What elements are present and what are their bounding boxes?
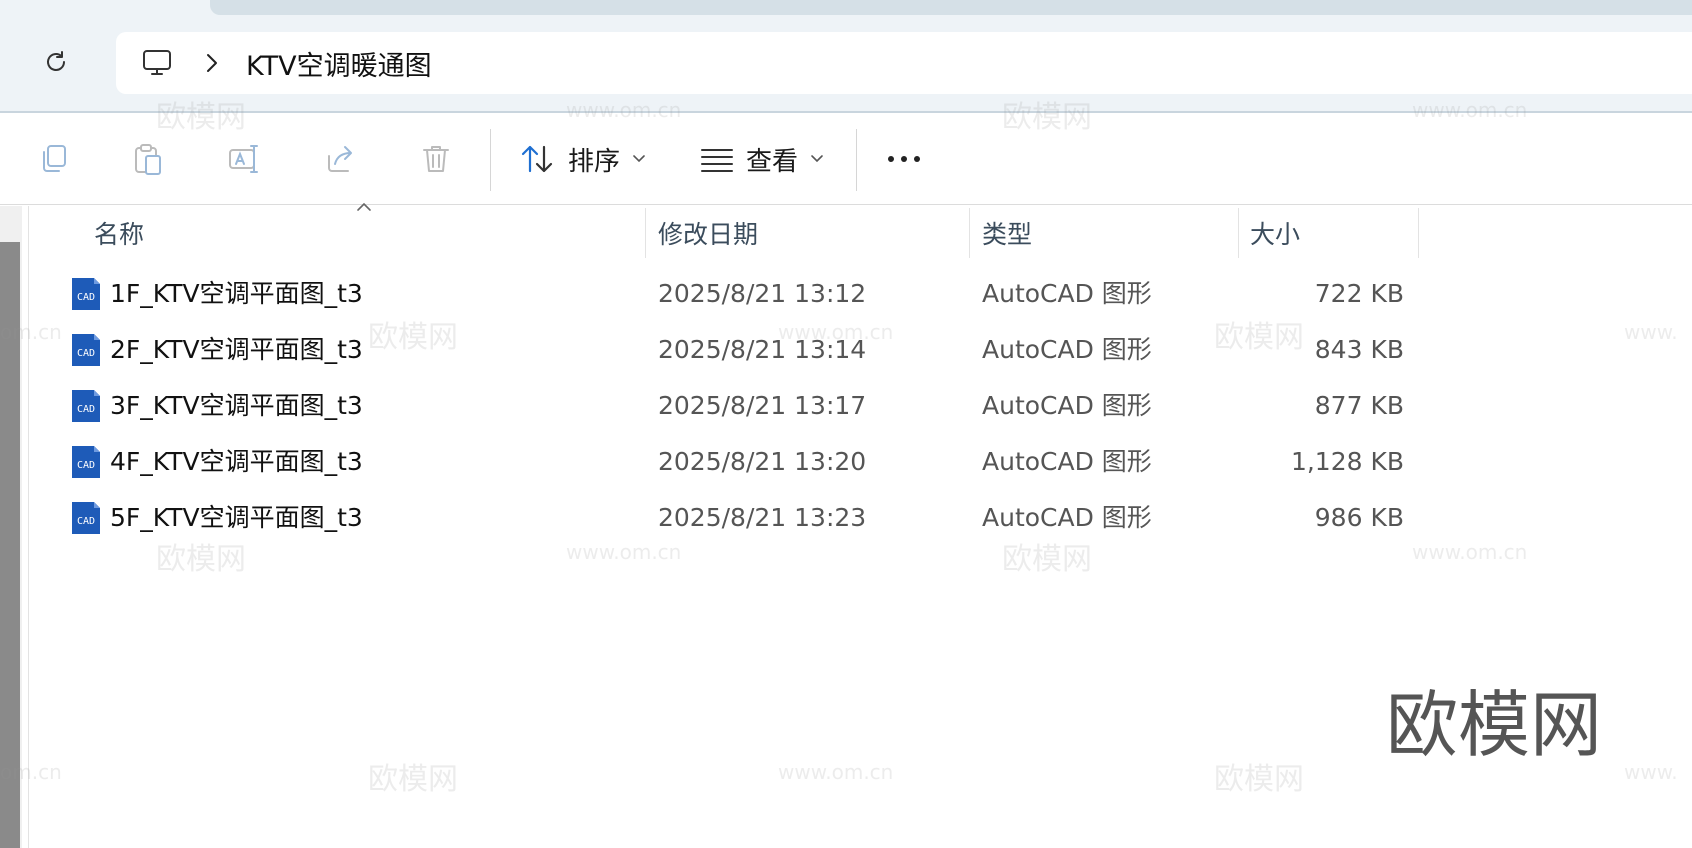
sort-dropdown[interactable]: 排序 <box>520 137 646 181</box>
chevron-right-icon[interactable] <box>200 51 224 75</box>
watermark: www. <box>1624 320 1678 344</box>
column-divider[interactable] <box>645 208 646 258</box>
svg-text:CAD: CAD <box>77 348 95 359</box>
view-icon <box>701 149 733 172</box>
column-header-type[interactable]: 类型 <box>982 206 1032 260</box>
refresh-icon <box>47 51 65 71</box>
view-label: 查看 <box>746 146 799 177</box>
more-icon <box>888 156 920 162</box>
view-dropdown[interactable]: 查看 <box>700 137 824 181</box>
address-bar[interactable]: KTV空调暖通图 <box>116 32 1692 94</box>
file-date: 2025/8/21 13:20 <box>658 447 867 476</box>
svg-text:CAD: CAD <box>77 292 95 303</box>
share-icon <box>328 146 352 172</box>
watermark: 欧模网 <box>1214 762 1304 797</box>
copy-icon <box>43 145 66 172</box>
file-name: 2F_KTV空调平面图_t3 <box>110 335 363 364</box>
file-size: 843 KB <box>1314 335 1404 364</box>
toolbar-divider <box>856 129 857 191</box>
file-row[interactable]: CAD 4F_KTV空调平面图_t3 2025/8/21 13:20 AutoC… <box>52 434 1422 490</box>
autocad-file-icon: CAD <box>72 334 100 366</box>
watermark: www.om.cn <box>778 760 894 784</box>
column-header-size[interactable]: 大小 <box>1250 206 1300 260</box>
watermark-logo: 欧模网 <box>1386 683 1603 767</box>
chevron-down-icon <box>633 155 645 163</box>
column-header-date[interactable]: 修改日期 <box>658 206 758 260</box>
title-area: KTV空调暖通图 <box>0 0 1692 112</box>
file-type: AutoCAD 图形 <box>982 503 1152 532</box>
file-date: 2025/8/21 13:12 <box>658 279 867 308</box>
file-date: 2025/8/21 13:23 <box>658 503 867 532</box>
file-type: AutoCAD 图形 <box>982 279 1152 308</box>
file-size: 1,128 KB <box>1290 447 1404 476</box>
file-row[interactable]: CAD 5F_KTV空调平面图_t3 2025/8/21 13:23 AutoC… <box>52 490 1422 546</box>
file-date: 2025/8/21 13:17 <box>658 391 867 420</box>
paste-button[interactable] <box>130 141 166 177</box>
autocad-file-icon: CAD <box>72 502 100 534</box>
file-row[interactable]: CAD 1F_KTV空调平面图_t3 2025/8/21 13:12 AutoC… <box>52 266 1422 322</box>
watermark: 欧模网 <box>368 762 458 797</box>
delete-icon <box>423 146 449 172</box>
file-row[interactable]: CAD 2F_KTV空调平面图_t3 2025/8/21 13:14 AutoC… <box>52 322 1422 378</box>
autocad-file-icon: CAD <box>72 390 100 422</box>
sort-icon <box>521 145 553 173</box>
svg-text:CAD: CAD <box>77 404 95 415</box>
file-name: 5F_KTV空调平面图_t3 <box>110 503 363 532</box>
watermark: www. <box>1624 760 1678 784</box>
file-size: 722 KB <box>1314 279 1404 308</box>
file-size: 986 KB <box>1314 503 1404 532</box>
share-button[interactable] <box>322 141 358 177</box>
column-header-name[interactable]: 名称 <box>94 206 144 260</box>
chevron-down-icon <box>811 155 823 163</box>
file-type: AutoCAD 图形 <box>982 391 1152 420</box>
refresh-button[interactable] <box>36 42 76 82</box>
autocad-file-icon: CAD <box>72 278 100 310</box>
svg-text:CAD: CAD <box>77 460 95 471</box>
svg-text:CAD: CAD <box>77 516 95 527</box>
column-divider[interactable] <box>969 208 970 258</box>
toolbar-divider <box>490 129 491 191</box>
file-name: 3F_KTV空调平面图_t3 <box>110 391 363 420</box>
file-date: 2025/8/21 13:14 <box>658 335 867 364</box>
file-name: 4F_KTV空调平面图_t3 <box>110 447 363 476</box>
sort-label: 排序 <box>568 146 621 177</box>
sort-ascending-icon <box>357 202 371 211</box>
column-divider[interactable] <box>1418 208 1419 258</box>
command-bar: 排序 查看 <box>0 113 1692 205</box>
more-options-button[interactable] <box>886 141 922 177</box>
rename-icon <box>229 145 258 173</box>
paste-icon <box>135 144 161 175</box>
file-type: AutoCAD 图形 <box>982 335 1152 364</box>
breadcrumb-current-folder[interactable]: KTV空调暖通图 <box>246 44 432 83</box>
watermark: www.om.cn <box>1412 540 1528 564</box>
file-type: AutoCAD 图形 <box>982 447 1152 476</box>
copy-button[interactable] <box>36 141 72 177</box>
pane-border <box>28 206 29 848</box>
delete-button[interactable] <box>418 141 454 177</box>
file-name: 1F_KTV空调平面图_t3 <box>110 279 363 308</box>
file-row[interactable]: CAD 3F_KTV空调平面图_t3 2025/8/21 13:17 AutoC… <box>52 378 1422 434</box>
file-size: 877 KB <box>1314 391 1404 420</box>
tab-strip-edge <box>210 0 1692 15</box>
rename-button[interactable] <box>226 141 262 177</box>
this-pc-icon[interactable] <box>140 46 174 80</box>
navigation-pane-scrollbar[interactable] <box>0 242 20 848</box>
autocad-file-icon: CAD <box>72 446 100 478</box>
column-divider[interactable] <box>1238 208 1239 258</box>
